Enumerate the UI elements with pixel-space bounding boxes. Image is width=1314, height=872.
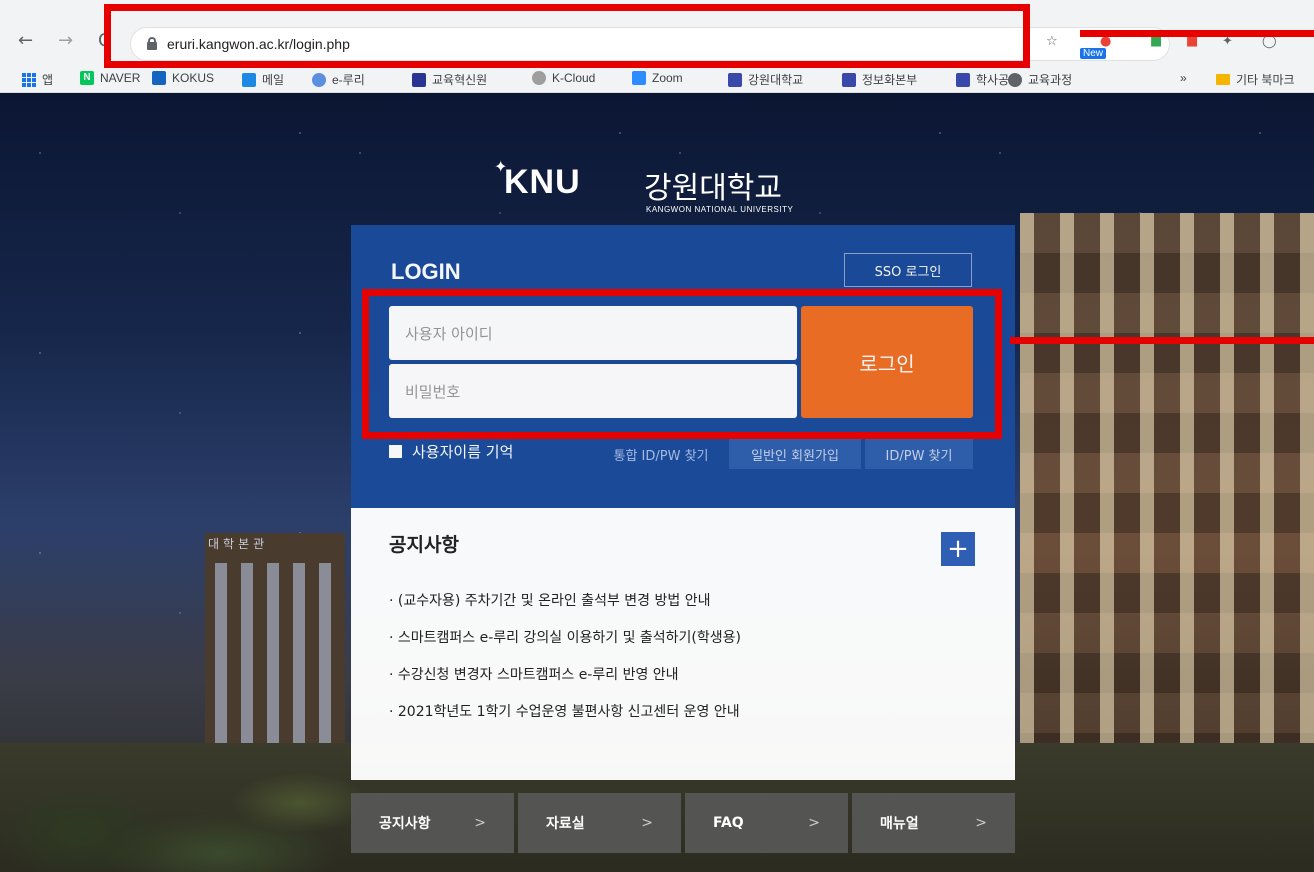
bookmark-kcloud[interactable]: K-Cloud <box>532 71 622 85</box>
bookmark-kokus[interactable]: KOKUS <box>152 71 232 85</box>
bookmark-eruri[interactable]: e-루리 <box>312 71 402 88</box>
bookmark-zoom[interactable]: Zoom <box>632 71 712 85</box>
sso-login-button[interactable]: SSO 로그인 <box>844 253 972 287</box>
login-form-highlight-box <box>362 289 1002 439</box>
url-highlight-box <box>104 4 1030 68</box>
star-icon[interactable]: ☆ <box>1046 34 1058 49</box>
remember-checkbox[interactable] <box>389 445 402 458</box>
bookmark-apps[interactable]: 앱 <box>22 71 74 88</box>
globe-icon <box>1008 72 1022 87</box>
notice-title: 공지사항 <box>389 534 459 556</box>
chevron-right-icon: > <box>808 815 820 831</box>
login-form-highlight-connector <box>1010 337 1314 344</box>
campus-trees <box>0 653 360 872</box>
bookmark-naver[interactable]: N NAVER <box>80 71 146 85</box>
bookmark-overflow[interactable]: » <box>1180 71 1196 85</box>
knu-icon <box>956 72 970 87</box>
bookmarks-bar: 앱 N NAVER KOKUS 메일 e-루리 교육혁신원 K-Cloud Zo <box>0 67 1314 91</box>
building-label: 대학본관 <box>208 537 269 551</box>
folder-icon <box>1216 74 1230 85</box>
naver-icon: N <box>80 71 94 85</box>
apps-icon <box>22 72 36 87</box>
bookmark-edu-innovation[interactable]: 교육혁신원 <box>412 71 522 88</box>
bookmark-other[interactable]: 기타 북마크 <box>1216 71 1314 88</box>
id-pw-find-link[interactable]: ID/PW 찾기 <box>865 439 973 469</box>
notice-item[interactable]: · 수강신청 변경자 스마트캠퍼스 e-루리 반영 안내 <box>389 664 741 701</box>
login-title: LOGIN <box>391 259 461 284</box>
kokus-icon <box>152 71 166 85</box>
chevron-right-icon: > <box>641 815 653 831</box>
notice-list: · (교수자용) 주차기간 및 온라인 출석부 변경 방법 안내 · 스마트캠퍼… <box>389 590 741 738</box>
general-signup-link[interactable]: 일반인 회원가입 <box>729 439 861 469</box>
chevron-right-icon: > <box>474 815 486 831</box>
mail-icon <box>242 72 256 87</box>
knu-icon <box>842 72 856 87</box>
notice-item[interactable]: · (교수자용) 주차기간 및 온라인 출석부 변경 방법 안내 <box>389 590 741 627</box>
integrated-id-pw-find-link[interactable]: 통합 ID/PW 찾기 <box>597 439 725 469</box>
site-icon <box>412 72 426 87</box>
new-badge: New <box>1080 48 1107 59</box>
chevron-right-icon: > <box>975 815 987 831</box>
login-page: 대학본관 ✦ KNU 강원대학교 KANGWON NATIONAL UNIVER… <box>0 93 1314 872</box>
bookmark-knu[interactable]: 강원대학교 <box>728 71 838 88</box>
url-highlight-connector <box>1080 30 1314 37</box>
zoom-icon <box>632 71 646 85</box>
knu-icon <box>728 72 742 87</box>
bottom-nav-faq[interactable]: FAQ > <box>685 793 848 853</box>
bottom-nav-resources[interactable]: 자료실 > <box>518 793 681 853</box>
notice-item[interactable]: · 스마트캠퍼스 e-루리 강의실 이용하기 및 출석하기(학생용) <box>389 627 741 664</box>
notice-item[interactable]: · 2021학년도 1학기 수업운영 불편사항 신고센터 운영 안내 <box>389 701 741 738</box>
bottom-nav-notice[interactable]: 공지사항 > <box>351 793 514 853</box>
notice-more-button[interactable]: + <box>941 532 975 566</box>
bookmark-info-hq[interactable]: 정보화본부 <box>842 71 952 88</box>
cloud-icon <box>532 71 546 85</box>
remember-username[interactable]: 사용자이름 기억 <box>389 441 513 462</box>
bottom-nav-manual[interactable]: 매뉴얼 > <box>852 793 1015 853</box>
bookmark-mail[interactable]: 메일 <box>242 71 302 88</box>
bookmark-curriculum[interactable]: 교육과정 <box>1008 71 1094 88</box>
browser-chrome: ← → C eruri.kangwon.ac.kr/login.php ☆ ● … <box>0 0 1314 93</box>
forward-icon[interactable]: → <box>58 30 73 51</box>
notice-panel: 공지사항 + · (교수자용) 주차기간 및 온라인 출석부 변경 방법 안내 … <box>351 508 1015 780</box>
back-icon[interactable]: ← <box>18 30 33 51</box>
bottom-nav: 공지사항 > 자료실 > FAQ > 매뉴얼 > <box>351 793 1015 853</box>
eruri-icon <box>312 72 326 87</box>
